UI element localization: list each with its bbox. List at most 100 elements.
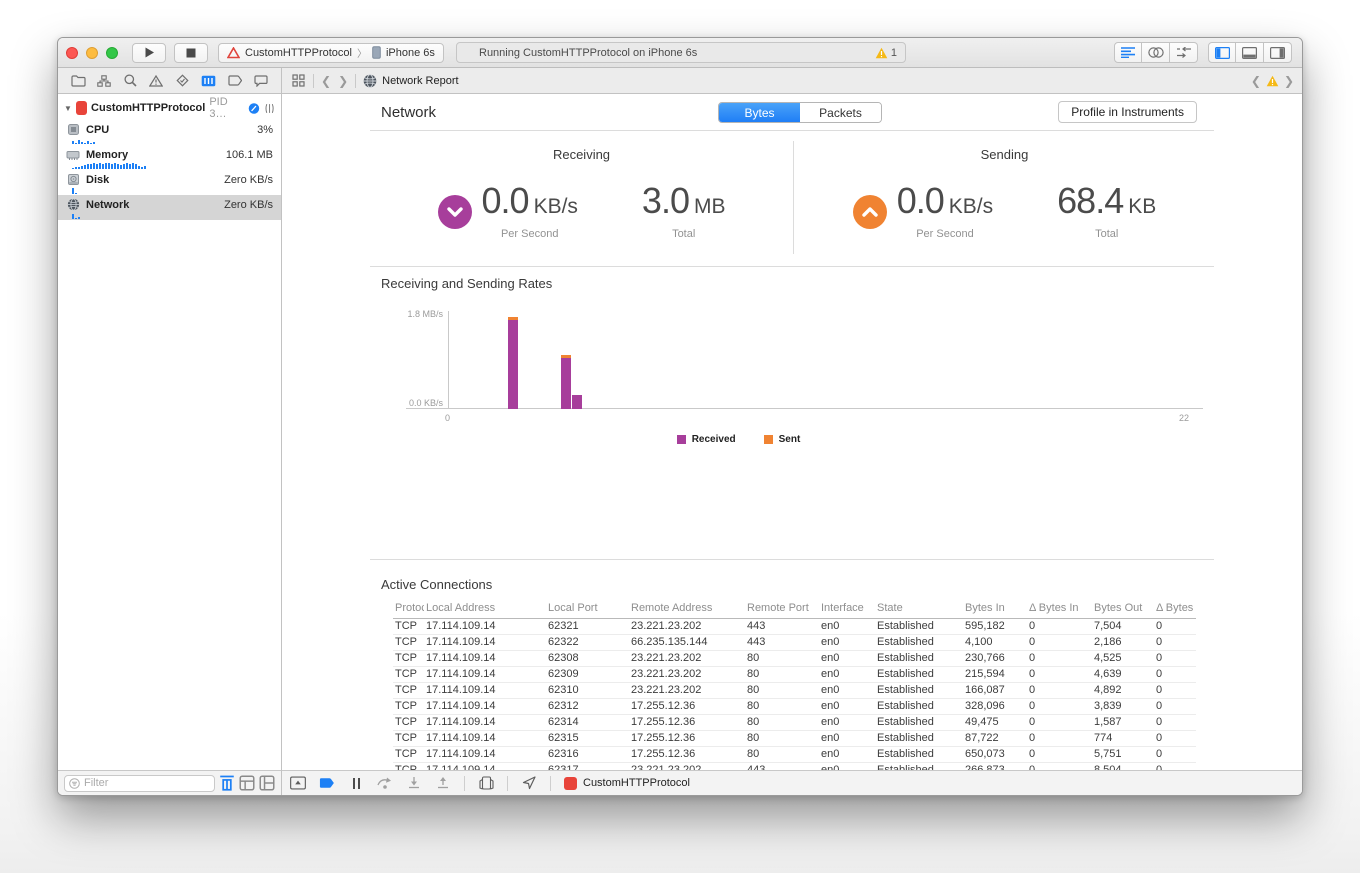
table-cell: Established (875, 618, 963, 634)
table-cell: en0 (819, 634, 875, 650)
step-over-icon[interactable] (377, 775, 393, 791)
table-cell: 0 (1154, 650, 1196, 666)
breakpoint-navigator-icon[interactable] (227, 73, 243, 89)
table-cell: 62315 (546, 730, 629, 746)
warning-badge[interactable]: 1 (875, 47, 897, 59)
gauge-row-memory[interactable]: Memory106.1 MB (58, 145, 281, 170)
hide-debug-area-icon[interactable] (290, 775, 306, 791)
filter-flat-icon[interactable] (239, 775, 255, 791)
run-button[interactable] (132, 43, 166, 63)
gauge-icon[interactable] (248, 101, 260, 116)
table-cell: en0 (819, 746, 875, 762)
report-content: Network BytesPackets Profile in Instrume… (282, 94, 1302, 770)
table-row[interactable]: TCP17.114.109.146231617.255.12.3680en0Es… (393, 746, 1196, 762)
process-row[interactable]: ▼ CustomHTTPProtocol PID 3… (58, 96, 281, 120)
previous-issue-button[interactable]: ❮ (1251, 74, 1261, 88)
column-header[interactable]: Bytes In (963, 601, 1027, 618)
table-cell: TCP (393, 666, 424, 682)
network-report-icon (363, 74, 377, 88)
table-cell: 62310 (546, 682, 629, 698)
standard-editor-button[interactable] (1114, 42, 1142, 63)
table-cell: 2,186 (1092, 634, 1154, 650)
toggle-navigator-button[interactable] (1208, 42, 1236, 63)
filter-stacks-icon[interactable] (259, 775, 275, 791)
gauge-row-network[interactable]: NetworkZero KB/s (58, 195, 281, 220)
table-cell: 80 (745, 714, 819, 730)
memory-debug-icon[interactable] (264, 102, 275, 115)
filter-field[interactable]: Filter (64, 775, 215, 792)
simulate-location-icon[interactable] (521, 775, 537, 791)
step-out-icon[interactable] (435, 775, 451, 791)
table-row[interactable]: TCP17.114.109.146232266.235.135.144443en… (393, 634, 1196, 650)
next-issue-button[interactable]: ❯ (1284, 74, 1294, 88)
related-items-icon[interactable] (290, 73, 306, 89)
table-row[interactable]: TCP17.114.109.146232123.221.23.202443en0… (393, 618, 1196, 634)
table-cell: 23.221.23.202 (629, 666, 745, 682)
table-cell: Established (875, 650, 963, 666)
table-cell: 595,182 (963, 618, 1027, 634)
table-row[interactable]: TCP17.114.109.146231217.255.12.3680en0Es… (393, 698, 1196, 714)
debug-process-item[interactable]: CustomHTTPProtocol (564, 777, 690, 790)
table-row[interactable]: TCP17.114.109.146231023.221.23.20280en0E… (393, 682, 1196, 698)
chart-bar (508, 317, 518, 409)
segment-packets[interactable]: Packets (800, 103, 881, 122)
chart-bar (572, 395, 582, 409)
table-cell: 0 (1027, 650, 1092, 666)
toggle-debug-area-button[interactable] (1236, 42, 1264, 63)
step-into-icon[interactable] (406, 775, 422, 791)
filter-current-scope-icon[interactable] (219, 775, 235, 791)
project-navigator-icon[interactable] (70, 73, 86, 89)
toggle-inspector-button[interactable] (1264, 42, 1292, 63)
column-header[interactable]: State (875, 601, 963, 618)
column-header[interactable]: Remote Address (629, 601, 745, 618)
column-header[interactable]: Protocol (393, 601, 424, 618)
find-navigator-icon[interactable] (122, 73, 138, 89)
assistant-editor-button[interactable] (1142, 42, 1170, 63)
view-hierarchy-icon[interactable] (478, 775, 494, 791)
scheme-selector[interactable]: CustomHTTPProtocol 〉 iPhone 6s (218, 43, 444, 63)
gauge-row-disk[interactable]: DiskZero KB/s (58, 170, 281, 195)
table-row[interactable]: TCP17.114.109.146231517.255.12.3680en0Es… (393, 730, 1196, 746)
table-row[interactable]: TCP17.114.109.146230823.221.23.20280en0E… (393, 650, 1196, 666)
warning-icon (875, 47, 888, 59)
minimize-window-button[interactable] (86, 47, 98, 59)
pause-icon[interactable] (348, 775, 364, 791)
debug-navigator-icon[interactable] (201, 73, 217, 89)
y-axis-bottom-label: 0.0 KB/s (383, 398, 443, 408)
table-row[interactable]: TCP17.114.109.146230923.221.23.20280en0E… (393, 666, 1196, 682)
breakpoints-toggle-icon[interactable] (319, 775, 335, 791)
profile-in-instruments-button[interactable]: Profile in Instruments (1058, 101, 1197, 123)
table-cell: 17.114.109.14 (424, 714, 546, 730)
column-header[interactable]: Bytes Out (1092, 601, 1154, 618)
version-editor-button[interactable] (1170, 42, 1198, 63)
column-header[interactable]: Δ Bytes Out (1154, 601, 1196, 618)
column-header[interactable]: Local Address (424, 601, 546, 618)
zoom-window-button[interactable] (106, 47, 118, 59)
warning-icon[interactable] (1266, 75, 1279, 87)
table-cell: 17.114.109.14 (424, 682, 546, 698)
back-button[interactable]: ❮ (321, 74, 331, 88)
symbol-navigator-icon[interactable] (96, 73, 112, 89)
table-row[interactable]: TCP17.114.109.146231723.221.23.202443en0… (393, 762, 1196, 770)
issue-navigator-icon[interactable] (148, 73, 164, 89)
disclosure-triangle-icon[interactable]: ▼ (64, 104, 72, 113)
column-header[interactable]: Interface (819, 601, 875, 618)
x-axis-min-label: 0 (445, 413, 450, 423)
table-row[interactable]: TCP17.114.109.146231417.255.12.3680en0Es… (393, 714, 1196, 730)
jump-bar-item[interactable]: Network Report (363, 74, 458, 88)
table-cell: 0 (1154, 746, 1196, 762)
table-cell: TCP (393, 714, 424, 730)
chart-legend: ReceivedSent (282, 434, 1195, 445)
close-window-button[interactable] (66, 47, 78, 59)
column-header[interactable]: Local Port (546, 601, 629, 618)
stop-button[interactable] (174, 43, 208, 63)
navigator-panel-icon (1215, 47, 1230, 59)
forward-button[interactable]: ❯ (338, 74, 348, 88)
table-cell: 80 (745, 682, 819, 698)
column-header[interactable]: Δ Bytes In (1027, 601, 1092, 618)
test-navigator-icon[interactable] (175, 73, 191, 89)
segment-bytes[interactable]: Bytes (719, 103, 800, 122)
report-navigator-icon[interactable] (253, 73, 269, 89)
column-header[interactable]: Remote Port (745, 601, 819, 618)
gauge-row-cpu[interactable]: CPU3% (58, 120, 281, 145)
